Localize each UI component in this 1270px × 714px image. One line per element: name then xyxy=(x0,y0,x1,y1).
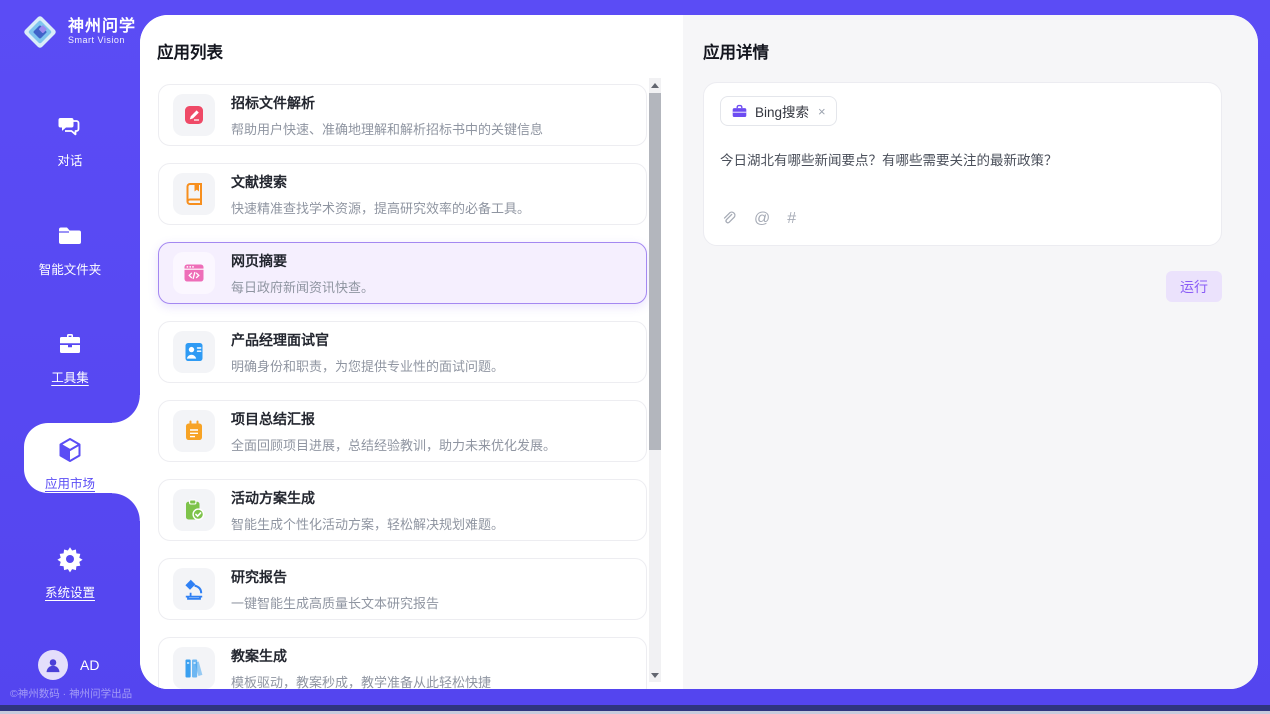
pencil-square-icon xyxy=(173,94,215,136)
run-button[interactable]: 运行 xyxy=(1166,271,1222,302)
sidebar: 神州问学 Smart Vision 对话智能文件夹工具集应用市场系统设置 AD … xyxy=(0,0,140,714)
user-icon xyxy=(43,655,63,675)
app-list-item[interactable]: 研究报告一键智能生成高质量长文本研究报告 xyxy=(158,558,647,620)
app-list-item[interactable]: 产品经理面试官明确身份和职责，为您提供专业性的面试问题。 xyxy=(158,321,647,383)
app-detail-title: 应用详情 xyxy=(703,39,769,63)
sidebar-item-label: 应用市场 xyxy=(0,473,140,492)
microscope-icon xyxy=(173,568,215,610)
scrollbar[interactable] xyxy=(649,78,661,682)
app-item-name: 教案生成 xyxy=(231,646,491,666)
app-item-name: 文献搜索 xyxy=(231,172,530,192)
sidebar-item-2[interactable]: 智能文件夹 xyxy=(0,222,140,278)
report-note-icon xyxy=(173,410,215,452)
app-item-name: 招标文件解析 xyxy=(231,93,543,113)
paperclip-icon[interactable] xyxy=(720,210,737,227)
scrollbar-up-icon[interactable] xyxy=(649,78,661,92)
gear-icon xyxy=(56,545,84,573)
app-item-description: 模板驱动，教案秒成，教学准备从此轻松快捷 xyxy=(231,672,491,690)
cube-icon xyxy=(56,436,84,464)
brand-subtitle: Smart Vision xyxy=(68,36,136,45)
clipboard-check-icon xyxy=(173,489,215,531)
app-list-item[interactable]: 活动方案生成智能生成个性化活动方案，轻松解决规划难题。 xyxy=(158,479,647,541)
briefcase-icon xyxy=(731,103,748,120)
app-item-description: 全面回顾项目进展，总结经验教训，助力未来优化发展。 xyxy=(231,435,556,454)
hash-icon[interactable]: # xyxy=(787,211,796,227)
books-icon xyxy=(173,647,215,689)
sidebar-footer: ©神州数码 · 神州问学出品 xyxy=(10,686,132,701)
app-item-name: 研究报告 xyxy=(231,567,439,587)
detail-card: Bing搜索 × 今日湖北有哪些新闻要点？有哪些需要关注的最新政策？ @ # xyxy=(703,82,1222,246)
sidebar-item-label: 对话 xyxy=(0,150,140,169)
app-item-description: 一键智能生成高质量长文本研究报告 xyxy=(231,593,439,612)
app-item-description: 智能生成个性化活动方案，轻松解决规划难题。 xyxy=(231,514,504,533)
tool-tag[interactable]: Bing搜索 × xyxy=(720,96,837,126)
app-list-item[interactable]: 招标文件解析帮助用户快速、准确地理解和解析招标书中的关键信息 xyxy=(158,84,647,146)
brand: 神州问学 Smart Vision xyxy=(20,12,136,52)
app-item-name: 产品经理面试官 xyxy=(231,330,504,350)
content-shell: 应用列表 招标文件解析帮助用户快速、准确地理解和解析招标书中的关键信息文献搜索快… xyxy=(140,15,1258,689)
sidebar-item-5[interactable]: 系统设置 xyxy=(0,545,140,601)
app-item-description: 明确身份和职责，为您提供专业性的面试问题。 xyxy=(231,356,504,375)
composer-toolbar: @ # xyxy=(720,210,796,227)
book-icon xyxy=(173,173,215,215)
app-item-name: 网页摘要 xyxy=(231,251,374,271)
app-item-description: 帮助用户快速、准确地理解和解析招标书中的关键信息 xyxy=(231,119,543,138)
at-icon[interactable]: @ xyxy=(754,211,770,227)
browser-code-icon xyxy=(173,252,215,294)
sidebar-item-label: 系统设置 xyxy=(0,582,140,601)
remove-tool-icon[interactable]: × xyxy=(816,104,826,119)
avatar[interactable] xyxy=(38,650,68,680)
app-window: 神州问学 Smart Vision 对话智能文件夹工具集应用市场系统设置 AD … xyxy=(0,0,1270,714)
scrollbar-thumb[interactable] xyxy=(649,93,661,450)
interviewer-icon xyxy=(173,331,215,373)
sidebar-item-label: 工具集 xyxy=(0,367,140,386)
tool-tag-label: Bing搜索 xyxy=(755,101,809,121)
app-item-name: 项目总结汇报 xyxy=(231,409,556,429)
app-item-name: 活动方案生成 xyxy=(231,488,504,508)
sidebar-item-4[interactable]: 应用市场 xyxy=(0,436,140,492)
app-item-description: 每日政府新闻资讯快查。 xyxy=(231,277,374,296)
app-list-title: 应用列表 xyxy=(157,39,223,63)
brand-name: 神州问学 xyxy=(68,19,136,36)
app-item-description: 快速精准查找学术资源，提高研究效率的必备工具。 xyxy=(231,198,530,217)
folder-icon xyxy=(56,222,84,250)
scrollbar-down-icon[interactable] xyxy=(649,668,661,682)
app-list-item[interactable]: 教案生成模板驱动，教案秒成，教学准备从此轻松快捷 xyxy=(158,637,647,689)
app-list: 招标文件解析帮助用户快速、准确地理解和解析招标书中的关键信息文献搜索快速精准查找… xyxy=(158,84,647,689)
sidebar-item-label: 智能文件夹 xyxy=(0,259,140,278)
user-row[interactable]: AD xyxy=(38,650,99,680)
user-name: AD xyxy=(80,657,99,673)
app-list-panel: 应用列表 招标文件解析帮助用户快速、准确地理解和解析招标书中的关键信息文献搜索快… xyxy=(140,15,683,689)
chat-icon xyxy=(56,113,84,141)
sidebar-item-1[interactable]: 对话 xyxy=(0,113,140,169)
query-input[interactable]: 今日湖北有哪些新闻要点？有哪些需要关注的最新政策？ xyxy=(720,151,1205,171)
app-list-item[interactable]: 网页摘要每日政府新闻资讯快查。 xyxy=(158,242,647,304)
app-list-item[interactable]: 项目总结汇报全面回顾项目进展，总结经验教训，助力未来优化发展。 xyxy=(158,400,647,462)
app-list-item[interactable]: 文献搜索快速精准查找学术资源，提高研究效率的必备工具。 xyxy=(158,163,647,225)
brand-logo-icon xyxy=(20,12,60,52)
sidebar-item-3[interactable]: 工具集 xyxy=(0,330,140,386)
toolbox-icon xyxy=(56,330,84,358)
app-detail-panel: 应用详情 Bing搜索 × 今日湖北有哪些新闻要点？有哪些需要关注的最新政策？ xyxy=(683,15,1258,689)
